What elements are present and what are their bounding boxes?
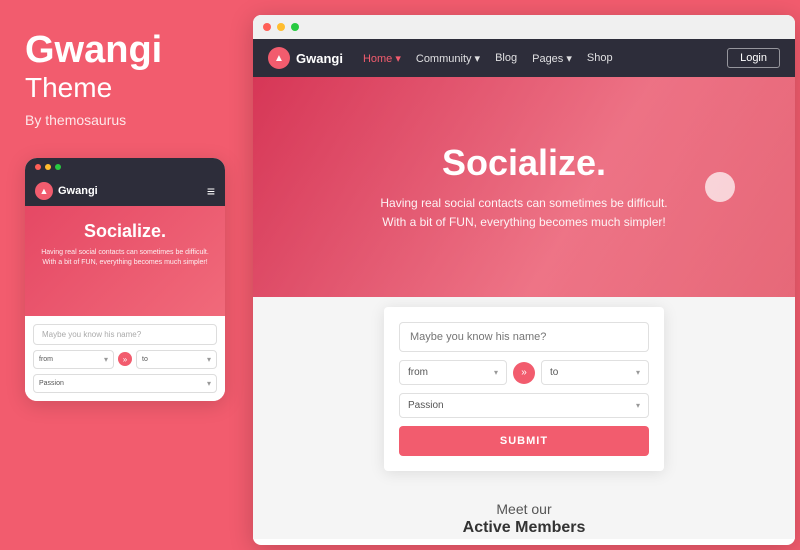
to-label: to (550, 367, 558, 378)
chevron-down-icon: ▾ (104, 355, 108, 364)
browser-mockup: ▲ Gwangi Home ▾ Community ▾ Blog Pages ▾… (253, 15, 795, 545)
members-title-bold: Active Members (273, 519, 775, 537)
search-submit-button[interactable]: SUBMIT (399, 426, 649, 456)
hero-text-content: Socialize. Having real social contacts c… (380, 142, 667, 232)
site-nav-links: Home ▾ Community ▾ Blog Pages ▾ Shop (363, 52, 727, 65)
mockup-to-select[interactable]: to ▾ (136, 350, 217, 369)
chevron-down-icon: ▾ (494, 368, 498, 377)
search-to-select[interactable]: to ▾ (541, 360, 649, 385)
hamburger-icon[interactable]: ≡ (207, 183, 215, 199)
search-from-select[interactable]: from ▾ (399, 360, 507, 385)
members-section: Meet our Active Members 👩 👨 👩 👨 (253, 486, 795, 539)
mockup-hero-text: Having real social contacts can sometime… (35, 248, 215, 268)
chevron-down-icon: ▾ (207, 379, 211, 388)
browser-top-bar (253, 15, 795, 39)
maximize-dot (55, 164, 61, 170)
browser-content: ▲ Gwangi Home ▾ Community ▾ Blog Pages ▾… (253, 39, 795, 539)
nav-link-blog[interactable]: Blog (495, 52, 517, 65)
mockup-passion-label: Passion (39, 380, 64, 387)
mockup-dots (35, 164, 61, 170)
search-card: from ▾ » to ▾ Passion ▾ SUBMIT (384, 307, 664, 471)
from-label: from (408, 367, 428, 378)
mockup-selects: from ▾ » to ▾ (33, 350, 217, 369)
mockup-hero-title: Socialize. (35, 221, 215, 242)
search-section: from ▾ » to ▾ Passion ▾ SUBMIT Meet (253, 297, 795, 539)
mockup-hero-content: Socialize. Having real social contacts c… (35, 221, 215, 268)
site-logo: ▲ Gwangi (268, 47, 343, 69)
nav-link-shop[interactable]: Shop (587, 52, 613, 65)
mockup-nav: ▲ Gwangi ≡ (25, 176, 225, 206)
mockup-from-select[interactable]: from ▾ (33, 350, 114, 369)
search-row: from ▾ » to ▾ (399, 360, 649, 385)
hero-subtitle-line1: Having real social contacts can sometime… (380, 194, 667, 213)
browser-close-dot (263, 23, 271, 31)
mockup-name-placeholder: Maybe you know his name? (42, 330, 141, 339)
mockup-logo-icon: ▲ (35, 182, 53, 200)
chevron-down-icon: ▾ (636, 368, 640, 377)
brand-subtitle: Theme (25, 72, 112, 104)
mockup-logo: ▲ Gwangi (35, 182, 98, 200)
mockup-from-label: from (39, 356, 53, 363)
mockup-passion-select[interactable]: Passion ▾ (33, 374, 217, 393)
left-panel: Gwangi Theme By themosaurus ▲ Gwangi ≡ S… (0, 0, 245, 550)
passion-label: Passion (408, 400, 444, 411)
site-logo-text: Gwangi (296, 51, 343, 66)
mockup-top-bar (25, 158, 225, 176)
hero-circle (705, 172, 735, 202)
minimize-dot (45, 164, 51, 170)
hero-title: Socialize. (380, 142, 667, 184)
site-logo-icon: ▲ (268, 47, 290, 69)
chevron-down-icon: ▾ (207, 355, 211, 364)
chevron-down-icon: ▾ (636, 401, 640, 410)
mobile-mockup: ▲ Gwangi ≡ Socialize. Having real social… (25, 158, 225, 401)
close-dot (35, 164, 41, 170)
mockup-to-label: to (142, 356, 148, 363)
hero-subtitle-line2: With a bit of FUN, everything becomes mu… (380, 213, 667, 232)
search-arrow-button: » (513, 362, 535, 384)
nav-link-community[interactable]: Community ▾ (416, 52, 480, 65)
login-button[interactable]: Login (727, 48, 780, 68)
site-nav: ▲ Gwangi Home ▾ Community ▾ Blog Pages ▾… (253, 39, 795, 77)
mockup-form: Maybe you know his name? from ▾ » to ▾ P… (25, 316, 225, 401)
members-title: Meet our (273, 501, 775, 517)
browser-minimize-dot (277, 23, 285, 31)
mockup-hero: Socialize. Having real social contacts c… (25, 206, 225, 316)
mockup-arrow-icon: » (118, 352, 132, 366)
search-name-input[interactable] (399, 322, 649, 352)
browser-maximize-dot (291, 23, 299, 31)
search-passion-select[interactable]: Passion ▾ (399, 393, 649, 418)
brand-by: By themosaurus (25, 112, 126, 128)
nav-link-home[interactable]: Home ▾ (363, 52, 401, 65)
mockup-logo-text: Gwangi (58, 185, 98, 197)
mockup-name-input[interactable]: Maybe you know his name? (33, 324, 217, 345)
site-hero: Socialize. Having real social contacts c… (253, 77, 795, 297)
brand-title: Gwangi (25, 30, 162, 72)
nav-link-pages[interactable]: Pages ▾ (532, 52, 572, 65)
